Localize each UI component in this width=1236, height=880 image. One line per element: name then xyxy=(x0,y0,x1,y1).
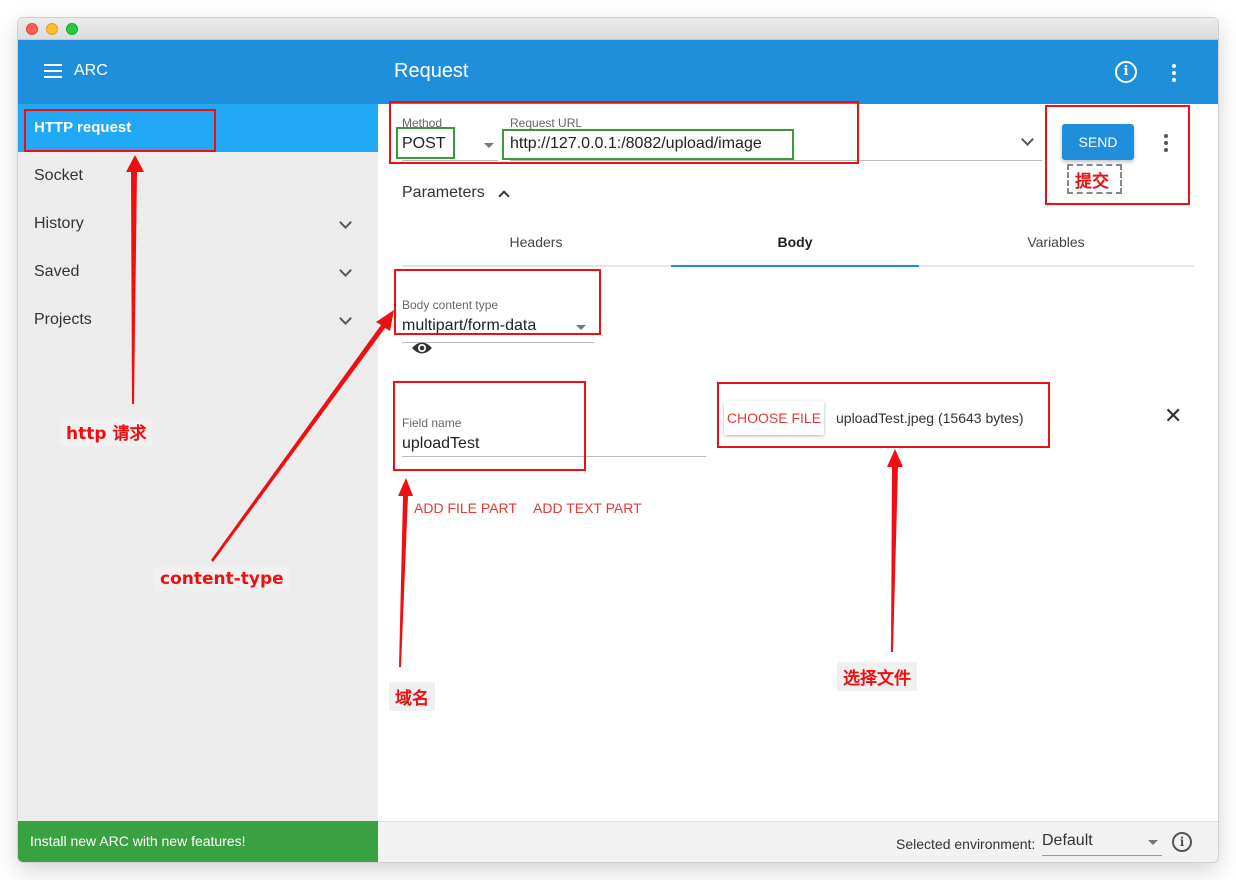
sidebar-item-socket[interactable]: Socket xyxy=(18,152,378,200)
sidebar-item-saved[interactable]: Saved xyxy=(18,248,378,296)
active-tab-indicator xyxy=(671,265,919,267)
annotation-box-http-request xyxy=(24,109,216,152)
add-file-part-button[interactable]: ADD FILE PART xyxy=(414,500,517,516)
close-icon[interactable]: ✕ xyxy=(1164,404,1182,429)
chevron-down-icon xyxy=(339,312,352,325)
chevron-up-icon[interactable] xyxy=(498,190,510,202)
environment-label: Selected environment: xyxy=(896,836,1036,852)
status-bar: Selected environment: Default i xyxy=(378,821,1218,862)
sidebar-item-projects[interactable]: Projects xyxy=(18,296,378,344)
minimize-window-button[interactable] xyxy=(46,23,58,35)
chevron-down-icon xyxy=(339,264,352,277)
parameters-toggle[interactable]: Parameters xyxy=(402,184,485,202)
chevron-down-icon xyxy=(339,216,352,229)
annotation-label-http-request: http 请求 xyxy=(60,417,153,446)
annotation-box-field-name xyxy=(393,381,586,471)
sidebar-item-label: Socket xyxy=(34,167,83,184)
environment-select[interactable]: Default xyxy=(1042,832,1162,856)
app-name: ARC xyxy=(74,62,108,79)
sidebar-item-history[interactable]: History xyxy=(18,200,378,248)
sidebar: HTTP request Socket History Saved Projec… xyxy=(18,104,378,821)
annotation-box-method xyxy=(396,127,455,159)
add-text-part-button[interactable]: ADD TEXT PART xyxy=(533,500,642,516)
environment-dropdown-icon xyxy=(1148,840,1158,845)
close-window-button[interactable] xyxy=(26,23,38,35)
annotation-box-content-type xyxy=(394,269,601,335)
menu-icon[interactable] xyxy=(44,64,62,78)
annotation-label-field-name: 域名 xyxy=(389,682,435,711)
info-icon[interactable]: i xyxy=(1172,832,1192,852)
sidebar-item-label: Saved xyxy=(34,263,80,280)
info-icon[interactable]: i xyxy=(1115,61,1137,83)
more-vert-icon[interactable] xyxy=(1172,64,1176,85)
tab-body[interactable]: Body xyxy=(671,234,919,266)
tab-variables[interactable]: Variables xyxy=(932,234,1180,266)
install-banner[interactable]: Install new ARC with new features! xyxy=(18,821,378,862)
zoom-window-button[interactable] xyxy=(66,23,78,35)
sidebar-item-label: History xyxy=(34,215,84,232)
environment-value: Default xyxy=(1042,832,1093,849)
annotation-box-choose-file xyxy=(717,382,1050,448)
app-bar: ARC Request i xyxy=(18,40,1218,104)
annotation-box-url xyxy=(502,129,794,160)
annotation-label-choose-file: 选择文件 xyxy=(837,662,917,691)
annotation-label-content-type: content-type xyxy=(154,567,290,591)
tab-headers[interactable]: Headers xyxy=(412,234,660,266)
eye-icon[interactable] xyxy=(411,341,433,355)
title-bar xyxy=(18,18,1218,40)
sidebar-item-label: Projects xyxy=(34,311,92,328)
chevron-down-icon[interactable] xyxy=(1021,133,1034,146)
page-title: Request xyxy=(394,60,469,82)
annotation-label-submit: 提交 xyxy=(1075,172,1109,192)
